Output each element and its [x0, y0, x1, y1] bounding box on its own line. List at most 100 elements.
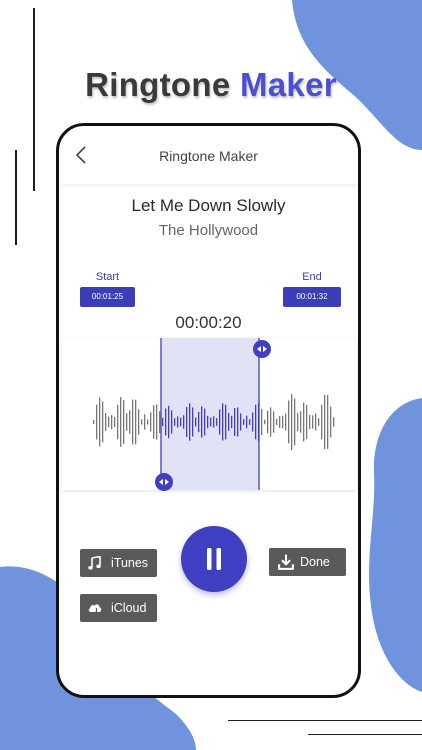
waveform-bar	[249, 419, 251, 425]
waveform-bar	[237, 407, 239, 437]
waveform-bar	[129, 410, 131, 434]
waveform-bar	[216, 418, 218, 426]
pause-icon	[207, 548, 221, 570]
cloud-music-icon	[88, 604, 102, 615]
waveform-bar	[198, 411, 200, 433]
waveform-bar	[219, 409, 221, 435]
waveform-bar	[312, 415, 314, 429]
decorative-line-left-2	[15, 150, 17, 245]
waveform-bar	[141, 419, 143, 425]
waveform-bar	[264, 419, 266, 425]
waveform-bar	[315, 413, 317, 431]
waveform-bar	[159, 411, 161, 433]
end-trim-handle[interactable]	[252, 339, 272, 359]
phone-frame: Ringtone Maker Let Me Down Slowly The Ho…	[56, 123, 361, 698]
waveform-bar	[276, 418, 278, 426]
waveform-bar	[183, 415, 185, 429]
decorative-line-bottom-2	[308, 734, 422, 735]
waveform-bar	[192, 407, 194, 437]
waveform-bar	[285, 413, 287, 431]
waveform-bar	[186, 406, 188, 438]
waveform-bar	[321, 404, 323, 440]
waveform-bar	[282, 415, 284, 429]
waveform-bar	[189, 403, 191, 441]
icloud-button[interactable]: iCloud	[80, 594, 157, 622]
waveform-bar	[213, 416, 215, 428]
song-title: Let Me Down Slowly	[131, 196, 286, 215]
waveform-bar	[327, 395, 329, 449]
waveform-bar	[99, 397, 101, 447]
waveform-bar	[294, 398, 296, 446]
waveform-bar	[171, 410, 173, 434]
music-note-icon	[88, 556, 101, 570]
waveform-bar	[108, 416, 110, 428]
waveform-bar	[153, 405, 155, 439]
waveform-bar	[330, 406, 332, 438]
waveform-bar	[210, 417, 212, 427]
download-icon	[278, 554, 294, 570]
waveform-bar	[261, 408, 263, 436]
waveform-bar	[117, 404, 119, 440]
waveform-bar	[162, 417, 164, 427]
waveform-bar	[174, 418, 176, 426]
waveform-bar	[309, 414, 311, 430]
waveform-bar	[132, 399, 134, 445]
waveform-bar	[303, 402, 305, 442]
end-time-box[interactable]: 00:01:32	[283, 287, 341, 307]
waveform-bar	[126, 413, 128, 431]
waveform-bar	[111, 414, 113, 430]
waveform-bar	[93, 420, 95, 424]
waveform-bar	[96, 404, 98, 440]
start-trim-handle[interactable]	[154, 472, 174, 492]
waveform-bar	[204, 408, 206, 436]
waveform-bar	[324, 394, 326, 450]
waveform-bar	[306, 404, 308, 440]
itunes-button[interactable]: iTunes	[80, 549, 157, 577]
waveform-bar	[135, 399, 137, 445]
waveform-bar	[114, 417, 116, 427]
waveform-bar	[291, 393, 293, 451]
waveform-bar	[318, 418, 320, 426]
waveform-bar	[246, 415, 248, 429]
song-artist: The Hollywood	[158, 222, 259, 239]
waveform-bar	[267, 410, 269, 434]
waveform-bar	[120, 397, 122, 447]
waveform-bar	[207, 415, 209, 429]
waveform-editor[interactable]	[62, 338, 357, 490]
headline-word-1: Ringtone	[85, 66, 231, 103]
waveform-bar	[234, 408, 236, 436]
waveform-bar	[195, 417, 197, 427]
waveform-bar	[201, 406, 203, 438]
waveform-bar	[300, 411, 302, 433]
waveform-bar	[105, 413, 107, 431]
screen-title: Ringtone Maker	[159, 148, 258, 164]
top-bar: Ringtone Maker	[59, 126, 358, 184]
waveform-bar	[252, 412, 254, 432]
done-button[interactable]: Done	[269, 548, 346, 576]
itunes-label: iTunes	[111, 556, 149, 570]
waveform	[93, 338, 335, 490]
waveform-bar	[138, 409, 140, 435]
waveform-bar	[144, 414, 146, 430]
page-headline: Ringtone Maker	[0, 66, 422, 104]
end-label: End	[302, 271, 322, 283]
waveform-bar	[168, 405, 170, 439]
waveform-bar	[243, 419, 245, 425]
waveform-bar	[165, 408, 167, 436]
waveform-bar	[273, 411, 275, 433]
start-time-box[interactable]: 00:01:25	[80, 287, 135, 307]
waveform-bar	[288, 400, 290, 444]
waveform-bar	[270, 407, 272, 437]
right-blob	[369, 398, 422, 692]
selection-region	[161, 338, 259, 490]
waveform-bar	[123, 400, 125, 444]
done-label: Done	[300, 555, 330, 569]
waveform-bar	[156, 404, 158, 440]
icloud-label: iCloud	[111, 601, 147, 615]
pause-button[interactable]	[181, 526, 247, 592]
waveform-bar	[231, 415, 233, 429]
start-label: Start	[95, 271, 120, 283]
waveform-bar	[102, 401, 104, 443]
waveform-bar	[333, 417, 335, 427]
waveform-bar	[240, 413, 242, 431]
